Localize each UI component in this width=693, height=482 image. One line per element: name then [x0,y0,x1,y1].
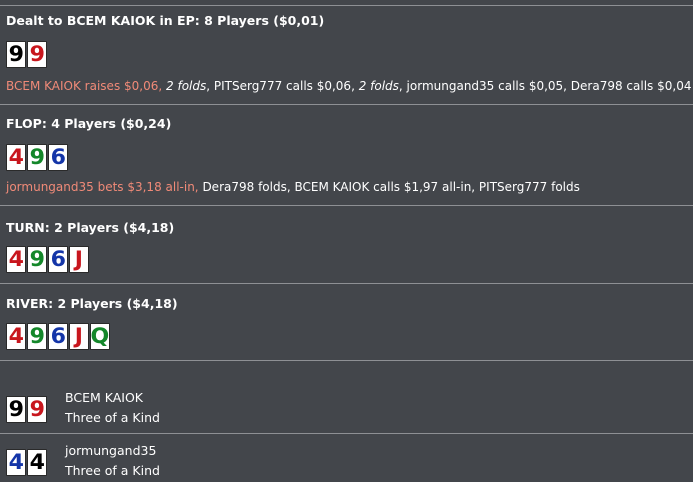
card-rank: 9 [8,42,24,66]
playing-card: 6 [48,144,68,171]
playing-card: 4 [6,323,26,350]
playing-card: Q [90,323,110,350]
card-rank: J [74,324,84,348]
top-divider [0,5,693,6]
card-rank: 9 [29,145,45,169]
flop-hero-action: jormungand35 bets $3,18 all-in, [6,180,199,194]
showdown-1-cards: 99 [6,396,47,423]
flop-title: FLOP: 4 Players ($0,24) [6,116,172,131]
showdown-1-player-name: BCEM KAIOK [65,390,143,405]
divider-turn [0,205,693,206]
flop-action-rest: Dera798 folds, BCEM KAIOK calls $1,97 al… [198,180,580,194]
card-rank: 4 [8,247,24,271]
turn-title: TURN: 2 Players ($4,18) [6,220,175,235]
playing-card: 9 [27,396,47,423]
turn-cards: 496J [6,246,89,273]
playing-card: 6 [48,246,68,273]
river-title: RIVER: 2 Players ($4,18) [6,296,178,311]
preflop-folds-2: 2 folds [358,79,399,93]
divider-flop [0,104,693,105]
card-rank: 4 [29,450,45,474]
playing-card: J [69,246,89,273]
preflop-folds-1: 2 folds [166,79,207,93]
divider-river [0,283,693,284]
preflop-actions: BCEM KAIOK raises $0,06, 2 folds, PITSer… [6,79,691,93]
playing-card: 4 [27,449,47,476]
card-rank: 9 [29,397,45,421]
playing-card: J [69,323,89,350]
playing-card: 9 [6,41,26,68]
card-rank: 9 [29,324,45,348]
preflop-hole-cards: 99 [6,41,47,68]
card-rank: 9 [8,397,24,421]
flop-cards: 496 [6,144,68,171]
showdown-2-hand-rank: Three of a Kind [65,463,160,478]
playing-card: 9 [27,323,47,350]
showdown-2-cards: 44 [6,449,47,476]
card-rank: 6 [50,324,66,348]
card-rank: 6 [50,145,66,169]
preflop-action-3: , jormungand35 calls $0,05, Dera798 call… [398,79,692,93]
playing-card: 4 [6,246,26,273]
card-rank: 9 [29,247,45,271]
preflop-title: Dealt to BCEM KAIOK in EP: 8 Players ($0… [6,13,325,28]
preflop-hero-action: BCEM KAIOK raises $0,06, [6,79,163,93]
river-cards: 496JQ [6,323,110,350]
card-rank: J [74,247,84,271]
showdown-2-player-name: jormungand35 [65,443,157,458]
card-rank: 9 [29,42,45,66]
flop-actions: jormungand35 bets $3,18 all-in, Dera798 … [6,180,580,194]
preflop-action-2: , PITSerg777 calls $0,06, [206,79,359,93]
card-rank: 4 [8,145,24,169]
divider-showdown-2 [0,433,693,434]
showdown-1-hand-rank: Three of a Kind [65,410,160,425]
playing-card: 4 [6,449,26,476]
playing-card: 9 [27,41,47,68]
card-rank: 4 [8,450,24,474]
playing-card: 4 [6,144,26,171]
divider-showdown [0,360,693,361]
playing-card: 9 [27,246,47,273]
card-rank: 4 [8,324,24,348]
playing-card: 9 [27,144,47,171]
playing-card: 6 [48,323,68,350]
card-rank: 6 [50,247,66,271]
card-rank: Q [90,324,110,348]
playing-card: 9 [6,396,26,423]
